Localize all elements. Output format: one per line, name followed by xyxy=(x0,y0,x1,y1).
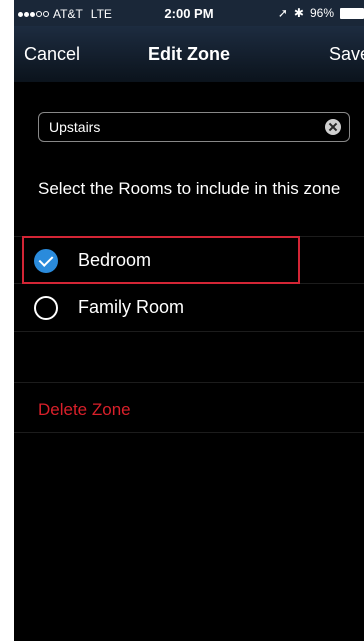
empty-circle-icon[interactable] xyxy=(34,296,58,320)
location-icon: ➚ xyxy=(277,6,288,20)
navigation-bar: Cancel Edit Zone Save xyxy=(14,26,364,82)
zone-name-value: Upstairs xyxy=(49,119,101,135)
section-divider xyxy=(14,432,364,433)
status-bar-right: ➚ ✱ 96% xyxy=(278,6,364,20)
clear-icon[interactable] xyxy=(325,119,341,135)
room-label-family-room: Family Room xyxy=(78,297,185,317)
status-bar: AT&T LTE 2:00 PM ➚ ✱ 96% xyxy=(14,0,364,26)
room-row-family-room[interactable]: Family Room xyxy=(14,284,364,332)
zone-name-field[interactable]: Upstairs xyxy=(38,112,350,142)
save-button[interactable]: Save xyxy=(329,44,364,65)
bluetooth-icon: ✱ xyxy=(293,6,304,20)
instruction-text: Select the Rooms to include in this zone xyxy=(38,179,341,198)
selection-highlight-box xyxy=(22,236,300,284)
section-divider xyxy=(14,382,364,383)
battery-icon xyxy=(340,7,364,19)
delete-zone-button[interactable]: Delete Zone xyxy=(38,400,131,420)
phone-screen: AT&T LTE 2:00 PM ➚ ✱ 96% Cancel Edit Zon… xyxy=(14,0,364,641)
battery-percent: 96% xyxy=(309,6,334,20)
page-title: Edit Zone xyxy=(148,44,230,64)
